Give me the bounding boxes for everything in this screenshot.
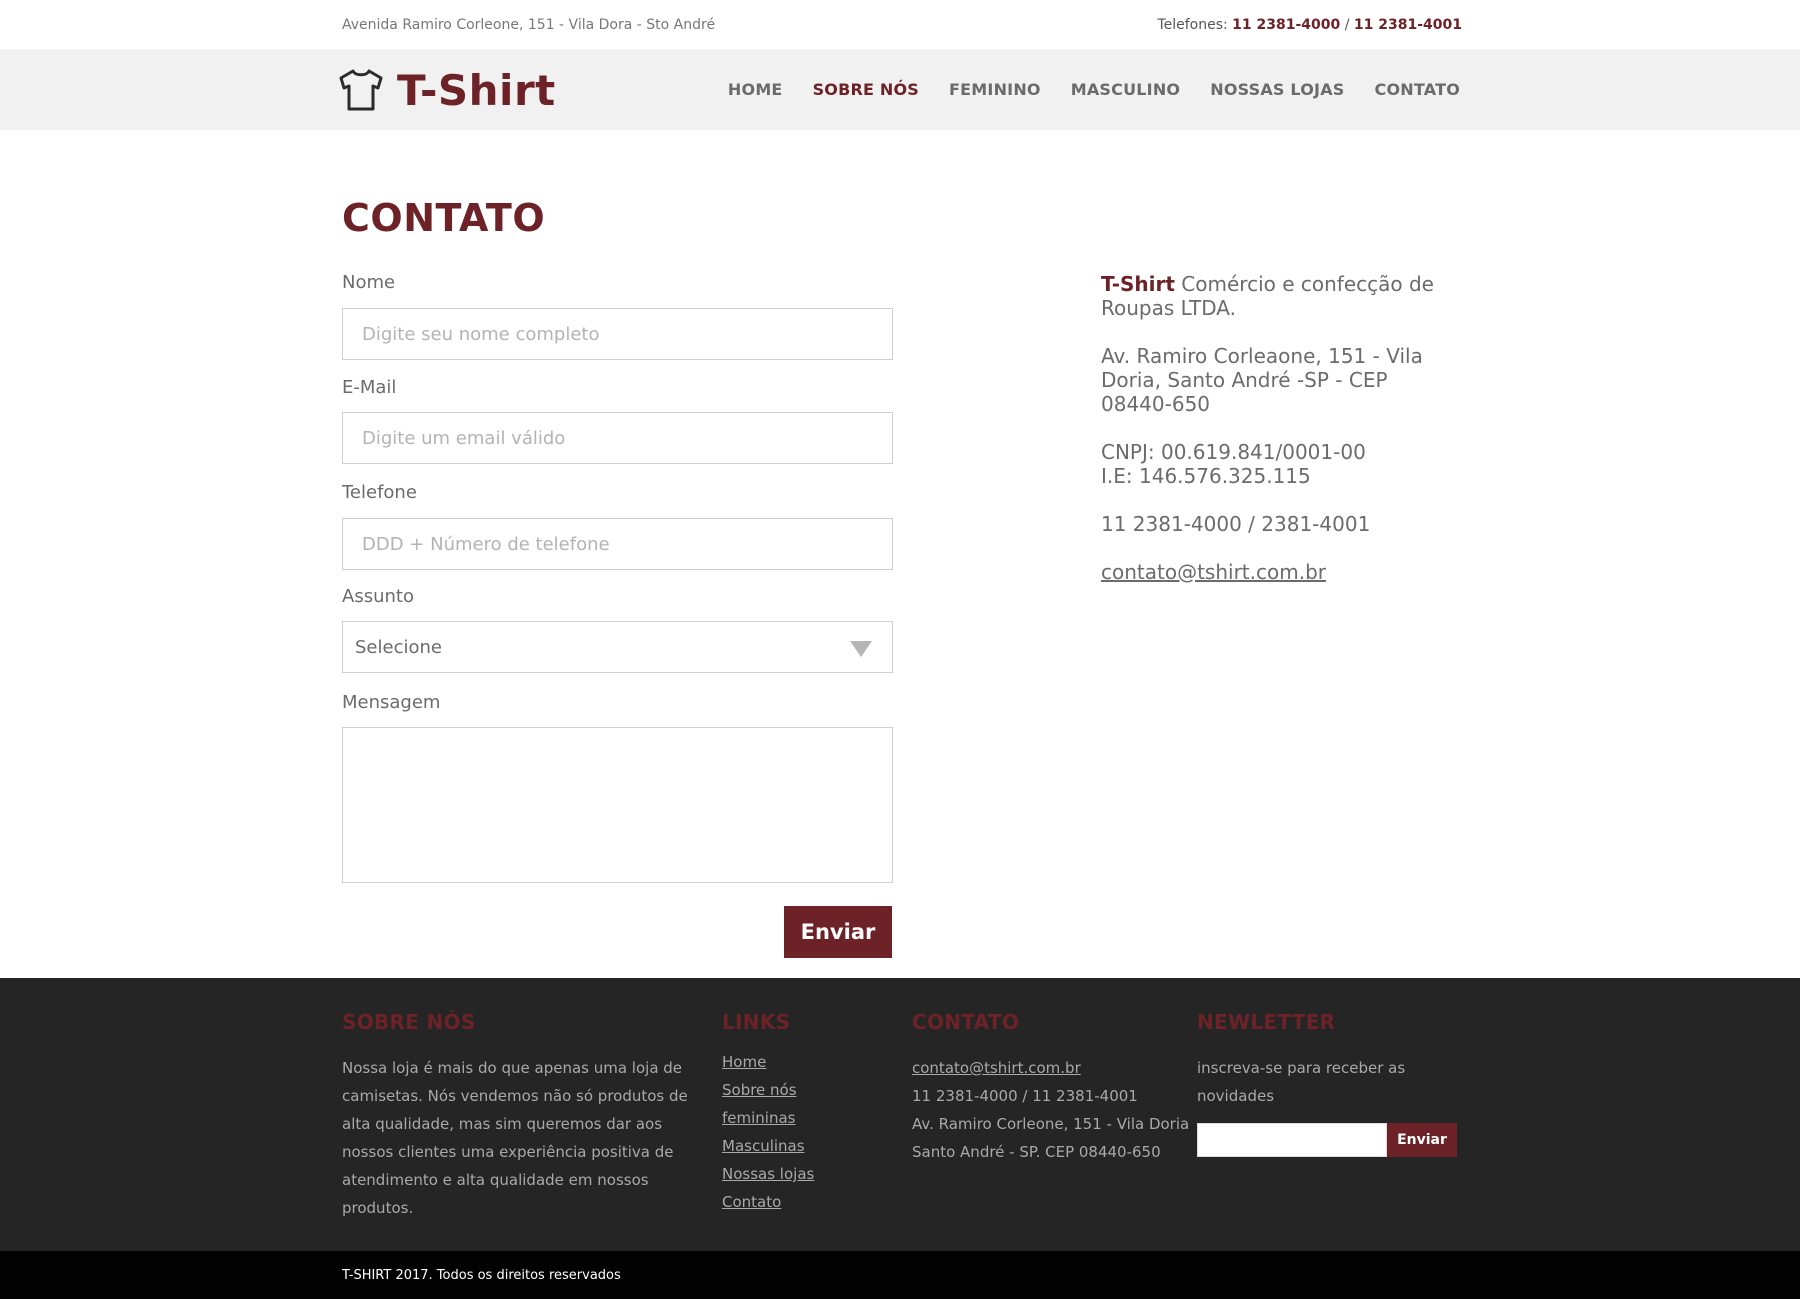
nome-label: Nome	[342, 272, 396, 293]
email-placeholder: Digite um email válido	[362, 428, 566, 449]
logo[interactable]: T-Shirt	[338, 65, 556, 115]
footer-contact-phones: 11 2381-4000 / 11 2381-4001	[912, 1087, 1138, 1105]
company-phones: 11 2381-4000 / 2381-4001	[1101, 512, 1371, 536]
logo-text: T-Shirt	[397, 65, 556, 115]
footer-about: SOBRE NÓS Nossa loja é mais do que apena…	[342, 1010, 707, 1222]
dropdown-arrow-icon	[850, 641, 872, 657]
footer-link-nossas-lojas[interactable]: Nossas lojas	[722, 1165, 814, 1183]
nav-home[interactable]: HOME	[728, 80, 783, 99]
footer-contact-address-2: Santo André - SP. CEP 08440-650	[912, 1143, 1161, 1161]
nav-feminino[interactable]: FEMININO	[949, 80, 1041, 99]
tshirt-icon	[339, 69, 383, 111]
copyright-bar: T-SHIRT 2017. Todos os direitos reservad…	[0, 1251, 1800, 1299]
phones-label: Telefones:	[1157, 17, 1228, 33]
company-cnpj: CNPJ: 00.619.841/0001-00	[1101, 440, 1366, 464]
footer-contact-title: CONTATO	[912, 1010, 1020, 1034]
footer-about-title: SOBRE NÓS	[342, 1010, 476, 1034]
footer-contact: CONTATO contato@tshirt.com.br 11 2381-40…	[912, 1010, 1192, 1166]
nome-placeholder: Digite seu nome completo	[362, 324, 600, 345]
nav-sobre-nos[interactable]: SOBRE NÓS	[813, 80, 919, 99]
company-ie: I.E: 146.576.325.115	[1101, 464, 1311, 488]
company-info: T-Shirt Comércio e confecção de Roupas L…	[1101, 272, 1441, 608]
main-nav: HOME SOBRE NÓS FEMININO MASCULINO NOSSAS…	[728, 80, 1460, 99]
footer-links-title: LINKS	[722, 1010, 791, 1034]
footer-newsletter-title: NEWLETTER	[1197, 1010, 1336, 1034]
site-header: T-Shirt HOME SOBRE NÓS FEMININO MASCULIN…	[0, 49, 1800, 130]
site-footer: SOBRE NÓS Nossa loja é mais do que apena…	[0, 978, 1800, 1251]
page-title: CONTATO	[342, 196, 546, 240]
footer-link-contato[interactable]: Contato	[722, 1193, 781, 1211]
newsletter-submit-button[interactable]: Enviar	[1387, 1123, 1457, 1157]
footer-link-sobre-nos[interactable]: Sobre nós	[722, 1081, 797, 1099]
footer-newsletter-text: inscreva-se para receber as novidades	[1197, 1059, 1406, 1105]
phone-2[interactable]: 11 2381-4001	[1354, 17, 1462, 33]
nav-contato[interactable]: CONTATO	[1375, 80, 1460, 99]
newsletter-form: Enviar	[1197, 1123, 1462, 1157]
top-phones: Telefones: 11 2381-4000 / 11 2381-4001	[1157, 17, 1462, 33]
top-bar: Avenida Ramiro Corleone, 151 - Vila Dora…	[0, 0, 1800, 49]
nav-masculino[interactable]: MASCULINO	[1071, 80, 1181, 99]
assunto-select[interactable]: Selecione	[342, 621, 893, 673]
assunto-label: Assunto	[342, 586, 414, 607]
footer-contact-email[interactable]: contato@tshirt.com.br	[912, 1059, 1081, 1077]
mensagem-textarea[interactable]	[342, 727, 893, 883]
copyright-text: T-SHIRT 2017. Todos os direitos reservad…	[342, 1268, 621, 1283]
telefone-placeholder: DDD + Número de telefone	[362, 534, 610, 555]
phone-1[interactable]: 11 2381-4000	[1232, 17, 1340, 33]
top-address: Avenida Ramiro Corleone, 151 - Vila Dora…	[342, 17, 716, 33]
company-email-link[interactable]: contato@tshirt.com.br	[1101, 560, 1326, 584]
nav-nossas-lojas[interactable]: NOSSAS LOJAS	[1210, 80, 1344, 99]
footer-about-text: Nossa loja é mais do que apenas uma loja…	[342, 1059, 688, 1217]
footer-newsletter: NEWLETTER inscreva-se para receber as no…	[1197, 1010, 1462, 1157]
company-address: Av. Ramiro Corleaone, 151 - Vila Doria, …	[1101, 344, 1423, 416]
company-brand: T-Shirt	[1101, 272, 1175, 296]
footer-links: LINKS Home Sobre nós femininas Masculina…	[722, 1010, 892, 1216]
nome-input[interactable]: Digite seu nome completo	[342, 308, 893, 360]
newsletter-email-input[interactable]	[1197, 1123, 1387, 1157]
footer-contact-address-1: Av. Ramiro Corleone, 151 - Vila Doria	[912, 1115, 1190, 1133]
footer-link-masculinas[interactable]: Masculinas	[722, 1137, 805, 1155]
telefone-label: Telefone	[342, 482, 417, 503]
company-registration: CNPJ: 00.619.841/0001-00 I.E: 146.576.32…	[1101, 440, 1441, 488]
submit-button[interactable]: Enviar	[784, 906, 892, 958]
company-name: T-Shirt Comércio e confecção de Roupas L…	[1101, 272, 1441, 320]
mensagem-label: Mensagem	[342, 692, 441, 713]
footer-link-femininas[interactable]: femininas	[722, 1109, 795, 1127]
email-input[interactable]: Digite um email válido	[342, 412, 893, 464]
email-label: E-Mail	[342, 377, 397, 398]
phone-separator: /	[1344, 17, 1350, 33]
assunto-value: Selecione	[355, 637, 442, 658]
footer-link-home[interactable]: Home	[722, 1053, 766, 1071]
telefone-input[interactable]: DDD + Número de telefone	[342, 518, 893, 570]
